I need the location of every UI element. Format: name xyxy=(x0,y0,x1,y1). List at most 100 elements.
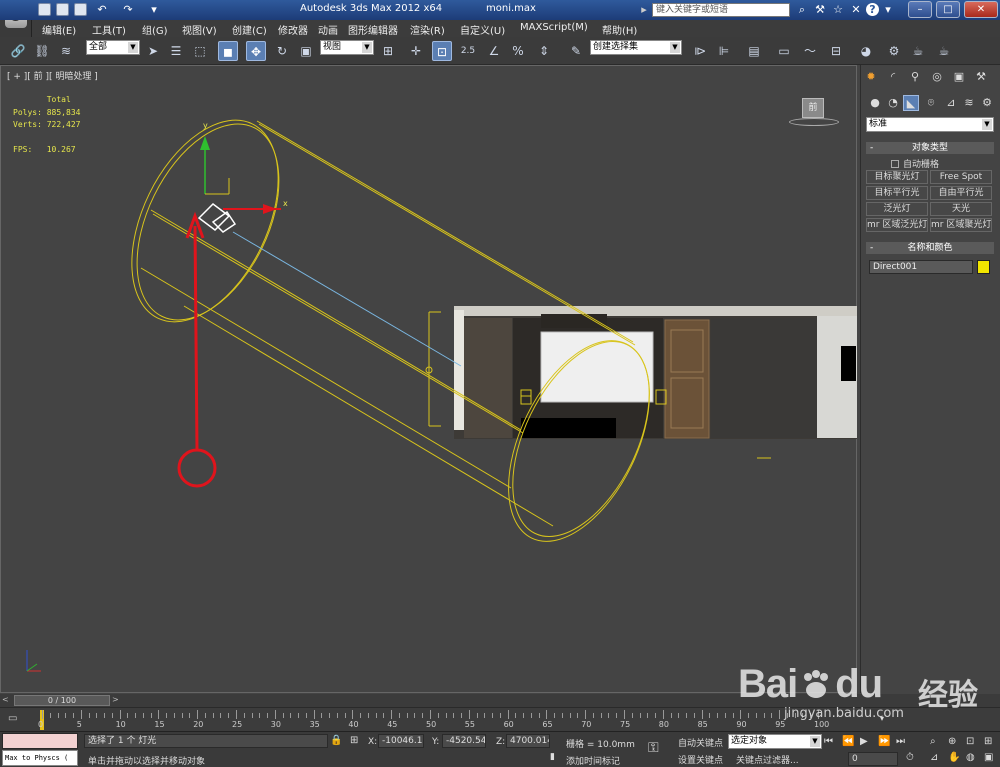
goto-end-icon[interactable]: ⏭ xyxy=(896,736,905,747)
star-icon[interactable]: ☆ xyxy=(830,2,846,18)
selection-filter-dropdown[interactable]: 全部 ▼ xyxy=(86,40,140,55)
free-spot-button[interactable]: Free Spot xyxy=(930,170,992,184)
schematic-view-icon[interactable]: ⊟ xyxy=(826,41,846,61)
orbit-icon[interactable]: ◍ xyxy=(966,752,975,763)
close-info-icon[interactable]: ✕ xyxy=(848,2,864,18)
binoculars-icon[interactable]: ⌕ xyxy=(794,2,810,18)
quick-access-dropdown-icon[interactable]: ▾ xyxy=(146,2,162,18)
geometry-icon[interactable]: ● xyxy=(867,95,883,111)
select-by-name-icon[interactable]: ☰ xyxy=(166,41,186,61)
prev-frame-icon[interactable]: ⏪ xyxy=(842,736,854,747)
viewport-scene[interactable]: y x xyxy=(1,66,858,694)
zoom-extents-icon[interactable]: ⊡ xyxy=(966,736,974,747)
menu-maxscript[interactable]: MAXScript(M) xyxy=(520,22,588,33)
zoom-icon[interactable]: ⌕ xyxy=(930,736,936,747)
menu-animation[interactable]: 动画 xyxy=(318,22,338,37)
select-object-icon[interactable]: ➤ xyxy=(143,41,163,61)
space-warps-icon[interactable]: ≋ xyxy=(961,95,977,111)
unlink-icon[interactable]: ⛓ xyxy=(32,41,52,61)
viewcube-front-face[interactable]: 前 xyxy=(802,98,824,118)
bind-space-warp-icon[interactable]: ≋ xyxy=(56,41,76,61)
current-frame-input[interactable]: 0 xyxy=(848,752,898,766)
new-file-icon[interactable] xyxy=(38,3,51,16)
curve-editor-icon[interactable]: 〜 xyxy=(800,41,820,61)
room-model[interactable] xyxy=(454,306,857,439)
menu-graph-editors[interactable]: 图形编辑器 xyxy=(348,22,398,37)
window-crossing-icon[interactable]: ◼ xyxy=(218,41,238,61)
move-gizmo[interactable]: y x xyxy=(200,121,288,214)
time-config-icon[interactable]: ⏱ xyxy=(906,752,914,763)
menu-customize[interactable]: 自定义(U) xyxy=(460,22,505,37)
key-filters-button[interactable]: 关键点过滤器... xyxy=(736,753,799,766)
omni-button[interactable]: 泛光灯 xyxy=(866,202,928,216)
help-icon[interactable]: ? xyxy=(866,3,879,16)
name-color-rollout-header[interactable]: - 名称和颜色 xyxy=(866,242,994,254)
render-production-icon[interactable]: ☕ xyxy=(934,41,954,61)
search-expand-icon[interactable]: ▸ xyxy=(636,2,652,18)
maximize-button[interactable]: □ xyxy=(936,1,960,18)
select-and-manipulate-icon[interactable]: ✛ xyxy=(406,41,426,61)
target-direct-button[interactable]: 目标平行光 xyxy=(866,186,928,200)
select-and-move-icon[interactable]: ✥ xyxy=(246,41,266,61)
menu-edit[interactable]: 编辑(E) xyxy=(42,22,76,37)
set-key-icon[interactable]: ⚿ xyxy=(648,740,659,756)
menu-create[interactable]: 创建(C) xyxy=(232,22,267,37)
snap-toggle-icon[interactable]: 2.5 xyxy=(458,41,478,61)
pivot-center-icon[interactable]: ⊞ xyxy=(378,41,398,61)
time-next-icon[interactable]: > xyxy=(112,695,119,704)
reference-coordinate-dropdown[interactable]: 视图 ▼ xyxy=(320,40,374,55)
free-direct-button[interactable]: 自由平行光 xyxy=(930,186,992,200)
angle-snap-icon[interactable]: ∠ xyxy=(484,41,504,61)
maxscript-listener[interactable] xyxy=(2,733,78,749)
ribbon-icon[interactable]: ▭ xyxy=(774,41,794,61)
add-time-tag-button[interactable]: 添加时间标记 xyxy=(566,754,620,767)
rendered-frame-window-icon[interactable]: ☕ xyxy=(908,41,928,61)
mini-curve-editor-icon[interactable]: ▭ xyxy=(8,713,24,725)
z-coord-input[interactable]: 4700.014m xyxy=(506,734,550,748)
edit-named-selection-icon[interactable]: ✎ xyxy=(566,41,586,61)
object-type-rollout-header[interactable]: - 对象类型 xyxy=(866,142,994,154)
auto-key-button[interactable]: 自动关键点 xyxy=(678,736,723,749)
viewcube[interactable]: 前 xyxy=(789,96,839,126)
front-viewport[interactable]: [ + ][ 前 ][ 明暗处理 ] Total Polys: 885,834 … xyxy=(0,65,857,693)
undo-icon[interactable]: ↶ xyxy=(94,2,110,18)
minimize-button[interactable]: – xyxy=(908,1,932,18)
category-dropdown[interactable]: 标准 ▼ xyxy=(866,117,994,132)
rectangular-selection-icon[interactable]: ⬚ xyxy=(190,41,210,61)
y-coord-input[interactable]: -4520.54m xyxy=(442,734,486,748)
motion-tab-icon[interactable]: ◎ xyxy=(929,69,945,85)
select-and-link-icon[interactable]: 🔗 xyxy=(8,41,28,61)
help-dropdown-icon[interactable]: ▾ xyxy=(880,2,896,18)
object-color-swatch[interactable] xyxy=(977,260,990,274)
menu-views[interactable]: 视图(V) xyxy=(182,22,217,37)
set-key-button[interactable]: 设置关键点 xyxy=(678,753,723,766)
viewcube-ring[interactable] xyxy=(789,118,839,126)
display-tab-icon[interactable]: ▣ xyxy=(951,69,967,85)
zoom-all-icon[interactable]: ⊕ xyxy=(948,736,956,747)
menu-tools[interactable]: 工具(T) xyxy=(92,22,126,37)
menu-group[interactable]: 组(G) xyxy=(142,22,168,37)
goto-start-icon[interactable]: ⏮ xyxy=(824,736,833,747)
align-icon[interactable]: ⊫ xyxy=(714,41,734,61)
target-spot-button[interactable]: 目标聚光灯 xyxy=(866,170,928,184)
maxscript-mini-listener[interactable]: Max to Physcs ( xyxy=(2,750,78,766)
open-file-icon[interactable] xyxy=(56,3,69,16)
fov-icon[interactable]: ⊿ xyxy=(930,752,938,763)
time-prev-icon[interactable]: < xyxy=(2,695,9,704)
mr-area-omni-button[interactable]: mr 区域泛光灯 xyxy=(866,218,928,232)
spinner-snap-icon[interactable]: ⇕ xyxy=(534,41,554,61)
cameras-icon[interactable]: ⌾ xyxy=(923,95,939,111)
named-selection-dropdown[interactable]: 创建选择集 ▼ xyxy=(590,40,682,55)
pan-icon[interactable]: ✋ xyxy=(948,752,960,763)
percent-snap-icon[interactable]: % xyxy=(508,41,528,61)
hierarchy-tab-icon[interactable]: ⚲ xyxy=(907,69,923,85)
selection-lock-icon[interactable]: 🔒 xyxy=(330,735,342,746)
zoom-extents-all-icon[interactable]: ⊞ xyxy=(984,736,992,747)
time-slider[interactable]: 0 / 100 xyxy=(14,695,110,706)
lights-icon[interactable]: ◣ xyxy=(903,95,919,111)
layer-manager-icon[interactable]: ▤ xyxy=(744,41,764,61)
systems-icon[interactable]: ⚙ xyxy=(979,95,995,111)
close-button[interactable]: ✕ xyxy=(964,1,998,18)
menu-rendering[interactable]: 渲染(R) xyxy=(410,22,445,37)
absolute-mode-icon[interactable]: ⊞ xyxy=(350,735,358,746)
